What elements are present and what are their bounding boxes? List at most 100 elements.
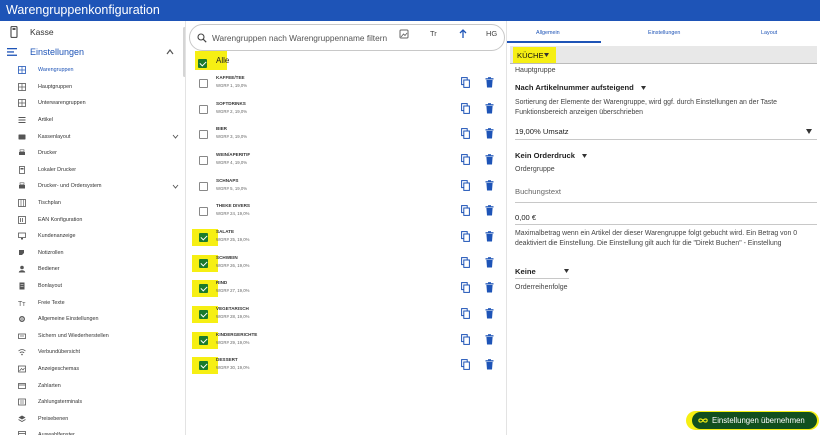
chevron-up-icon[interactable]	[165, 47, 175, 57]
list-item[interactable]: WEIN/APERITIF WGR# 4, 19,0%	[188, 152, 506, 177]
tr-filter-button[interactable]: Tr	[430, 29, 437, 38]
arrow-up-icon[interactable]	[459, 29, 467, 39]
delete-icon[interactable]	[485, 103, 494, 114]
copy-icon[interactable]	[461, 180, 470, 191]
delete-icon[interactable]	[485, 128, 494, 139]
copy-icon[interactable]	[461, 231, 470, 242]
sidebar-item-artikel[interactable]: Artikel	[0, 112, 185, 129]
row-checkbox[interactable]	[199, 310, 208, 319]
sort-description: Sortierung der Elemente der Warengruppe,…	[515, 99, 777, 117]
select-all-row[interactable]: Alle	[195, 51, 229, 70]
hauptgruppe-select[interactable]: KÜCHE	[510, 46, 817, 64]
hg-filter-button[interactable]: HG	[486, 29, 497, 38]
sidebar-item-unterwarengruppen[interactable]: Unterwarengruppen	[0, 95, 185, 112]
sidebar-item-sichern-und-wiederherstellen[interactable]: Sichern und Wiederherstellen	[0, 328, 185, 345]
sidebar-scrollbar[interactable]	[183, 27, 185, 77]
tab-layout[interactable]: Layout	[761, 30, 777, 36]
order-seq-select[interactable]: Keine	[515, 267, 569, 276]
row-checkbox[interactable]	[199, 79, 208, 88]
copy-icon[interactable]	[461, 282, 470, 293]
copy-icon[interactable]	[461, 77, 470, 88]
delete-icon[interactable]	[485, 282, 494, 293]
copy-icon[interactable]	[461, 308, 470, 319]
sidebar-item-tischplan[interactable]: Tischplan	[0, 195, 185, 212]
sidebar-item-bediener[interactable]: Bediener	[0, 261, 185, 278]
sidebar-item-kassenlayout[interactable]: Kassenlayout	[0, 128, 185, 145]
delete-icon[interactable]	[485, 205, 494, 216]
copy-icon[interactable]	[461, 128, 470, 139]
list-item[interactable]: VEGETARISCH WGR# 28, 19,0%	[188, 306, 506, 331]
list-item[interactable]: SCHWEIN WGR# 26, 19,0%	[188, 255, 506, 280]
sidebar-item-drucker[interactable]: Drucker	[0, 145, 185, 162]
delete-icon[interactable]	[485, 257, 494, 268]
delete-icon[interactable]	[485, 359, 494, 370]
sidebar-section-einstellungen[interactable]: Einstellungen	[0, 42, 185, 62]
tax-select[interactable]: 19,00% Umsatz	[515, 127, 815, 136]
row-checkbox[interactable]	[199, 130, 208, 139]
sidebar-item-freie-texte[interactable]: Tт Freie Texte	[0, 294, 185, 311]
list-item[interactable]: BIER WGR# 3, 19,0%	[188, 126, 506, 151]
sidebar-item-hauptgruppen[interactable]: Hauptgruppen	[0, 79, 185, 96]
sidebar-item-auswahlfenster[interactable]: Auswahlfenster	[0, 427, 185, 435]
image-icon[interactable]	[399, 29, 409, 39]
copy-icon[interactable]	[461, 334, 470, 345]
delete-icon[interactable]	[485, 231, 494, 242]
copy-icon[interactable]	[461, 154, 470, 165]
list-item[interactable]: KINDERGERICHTE WGR# 29, 19,0%	[188, 332, 506, 357]
search-bar[interactable]: Warengruppen nach Warengruppenname filte…	[189, 24, 505, 51]
sidebar-item-zahlarten[interactable]: Zahlarten	[0, 377, 185, 394]
list-item[interactable]: THEKE DIVERS WGR# 24, 19,0%	[188, 203, 506, 228]
sidebar-item-kasse[interactable]: Kasse	[0, 21, 185, 42]
row-checkbox[interactable]	[199, 361, 208, 370]
row-checkbox[interactable]	[199, 336, 208, 345]
sidebar-item-notizrollen[interactable]: Notizrollen	[0, 245, 185, 262]
sidebar-item-anzeigeschemas[interactable]: Anzeigeschemas	[0, 361, 185, 378]
sidebar-item-warengruppen[interactable]: Warengruppen	[0, 62, 185, 79]
row-checkbox[interactable]	[199, 284, 208, 293]
copy-icon[interactable]	[461, 205, 470, 216]
sidebar-item-ean-konfiguration[interactable]: EAN Konfiguration	[0, 211, 185, 228]
list-item[interactable]: SALATE WGR# 25, 19,0%	[188, 229, 506, 254]
sidebar-item-allgemeine-einstellungen[interactable]: Allgemeine Einstellungen	[0, 311, 185, 328]
sidebar-item-zahlungsterminals[interactable]: Zahlungsterminals	[0, 394, 185, 411]
delete-icon[interactable]	[485, 180, 494, 191]
booking-text-field[interactable]: Buchungstext	[515, 187, 815, 196]
list-icon	[18, 117, 26, 124]
sidebar-item-bonlayout[interactable]: Bonlayout	[0, 278, 185, 295]
max-amount-field[interactable]: 0,00 €	[515, 213, 815, 222]
delete-icon[interactable]	[485, 77, 494, 88]
select-all-checkbox[interactable]	[198, 59, 207, 68]
delete-icon[interactable]	[485, 334, 494, 345]
delete-icon[interactable]	[485, 154, 494, 165]
apply-settings-button[interactable]: Einstellungen übernehmen	[692, 412, 817, 429]
list-item[interactable]: RIND WGR# 27, 19,0%	[188, 280, 506, 305]
sidebar-item-drucker-und-ordersystem[interactable]: Drucker- und Ordersystem	[0, 178, 185, 195]
row-checkbox[interactable]	[199, 182, 208, 191]
row-checkbox[interactable]	[199, 105, 208, 114]
tab-einstellungen[interactable]: Einstellungen	[648, 30, 680, 36]
list-item[interactable]: DESSERT WGR# 30, 19,0%	[188, 357, 506, 382]
row-checkbox[interactable]	[199, 207, 208, 216]
copy-icon[interactable]	[461, 257, 470, 268]
sidebar-item-preisebenen[interactable]: Preisebenen	[0, 410, 185, 427]
caret-down-icon[interactable]	[806, 129, 812, 134]
search-icon	[197, 32, 207, 43]
row-checkbox[interactable]	[199, 156, 208, 165]
list-item[interactable]: KAFFEE/TEE WGR# 1, 19,0%	[188, 75, 506, 100]
order-print-select[interactable]: Kein Orderdruck	[515, 151, 815, 160]
chevron-down-icon[interactable]	[172, 133, 179, 140]
sidebar-item-verbundübersicht[interactable]: Verbundübersicht	[0, 344, 185, 361]
sort-select[interactable]: Nach Artikelnummer aufsteigend	[515, 83, 815, 92]
list-item[interactable]: SCHNAPS WGR# 5, 19,0%	[188, 178, 506, 203]
sidebar-item-lokaler-drucker[interactable]: Lokaler Drucker	[0, 162, 185, 179]
tab-allgemein[interactable]: Allgemein	[536, 30, 560, 36]
row-checkbox[interactable]	[199, 259, 208, 268]
delete-icon[interactable]	[485, 308, 494, 319]
chevron-down-icon[interactable]	[172, 183, 179, 190]
copy-icon[interactable]	[461, 359, 470, 370]
copy-icon[interactable]	[461, 103, 470, 114]
row-checkbox[interactable]	[199, 233, 208, 242]
list-item[interactable]: SOFTDRINKS WGR# 2, 19,0%	[188, 101, 506, 126]
sidebar-item-kundenanzeige[interactable]: Kundenanzeige	[0, 228, 185, 245]
search-input[interactable]: Warengruppen nach Warengruppenname filte…	[212, 33, 387, 43]
